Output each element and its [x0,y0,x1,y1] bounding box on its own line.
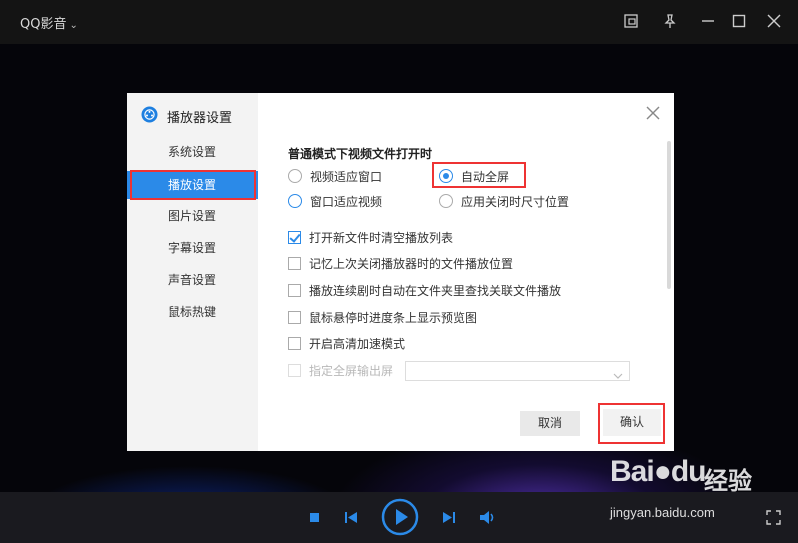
nav-item-subtitle[interactable]: 字幕设置 [127,234,258,262]
play-icon[interactable] [381,498,419,536]
nav-item-image[interactable]: 图片设置 [127,202,258,230]
nav-item-audio[interactable]: 声音设置 [127,266,258,294]
checkbox-indicator [288,363,301,377]
maximize-icon[interactable] [731,13,747,29]
radio-size-on-close[interactable]: 应用关闭时尺寸位置 [439,193,569,209]
checkbox-indicator [288,230,301,244]
radio-indicator [288,169,302,183]
checkbox-hover-preview[interactable]: 鼠标悬停时进度条上显示预览图 [288,309,477,325]
volume-icon[interactable] [479,510,496,525]
confirm-button[interactable]: 确认 [603,409,661,436]
nav-item-playback[interactable]: 播放设置 [127,171,258,199]
jingyan-label: 经验 [704,467,752,495]
settings-sidebar: 播放器设置 系统设置 播放设置 图片设置 字幕设置 声音设置 鼠标热键 [127,93,258,451]
nav-item-hotkeys[interactable]: 鼠标热键 [127,298,258,326]
checkbox-fullscreen-output-screen: 指定全屏输出屏 [288,362,393,378]
radio-auto-fullscreen[interactable]: 自动全屏 [439,168,509,184]
radio-fit-video-to-window[interactable]: 视频适应窗口 [288,168,382,184]
mini-mode-icon[interactable] [623,13,639,29]
close-icon[interactable] [766,13,782,29]
radio-indicator [439,169,453,183]
checkbox-remember-position[interactable]: 记忆上次关闭播放器时的文件播放位置 [288,255,513,271]
checkbox-indicator [288,336,301,350]
next-icon[interactable] [442,511,456,524]
app-title-menu[interactable]: QQ影音 ⌄ [20,13,78,32]
app-title: QQ影音 [20,17,67,32]
checkbox-indicator [288,310,301,324]
checkbox-indicator [288,283,301,297]
previous-icon[interactable] [344,511,358,524]
baidu-jingyan-watermark: Bai●du 经验 jingyan.baidu.com [610,455,798,535]
checkbox-auto-find-episodes[interactable]: 播放连续剧时自动在文件夹里查找关联文件播放 [288,282,561,298]
baidu-logo: Bai●du [610,455,706,488]
title-bar: QQ影音 ⌄ [0,0,798,44]
radio-indicator [439,194,453,208]
minimize-icon[interactable] [700,13,716,29]
qq-player-logo-icon [141,106,158,123]
checkbox-indicator [288,256,301,270]
stop-icon[interactable] [309,512,320,523]
radio-fit-window-to-video[interactable]: 窗口适应视频 [288,193,382,209]
player-settings-dialog: 播放器设置 系统设置 播放设置 图片设置 字幕设置 声音设置 鼠标热键 普通模式… [127,93,674,451]
dialog-close-icon[interactable] [643,103,663,123]
fullscreen-screen-select [405,361,630,381]
checkbox-clear-playlist[interactable]: 打开新文件时清空播放列表 [288,229,453,245]
paw-icon: ● [653,455,672,488]
nav-item-system[interactable]: 系统设置 [127,138,258,166]
radio-indicator [288,194,302,208]
dialog-title: 播放器设置 [167,111,233,126]
cancel-button[interactable]: 取消 [520,411,580,436]
section-title: 普通模式下视频文件打开时 [288,147,433,161]
chevron-down-icon: ⌄ [69,20,78,31]
pin-icon[interactable] [662,13,678,29]
watermark-url: jingyan.baidu.com [610,505,715,520]
settings-scrollbar[interactable] [667,141,671,289]
checkbox-hd-acceleration[interactable]: 开启高清加速模式 [288,335,405,351]
chevron-down-icon [613,366,623,379]
